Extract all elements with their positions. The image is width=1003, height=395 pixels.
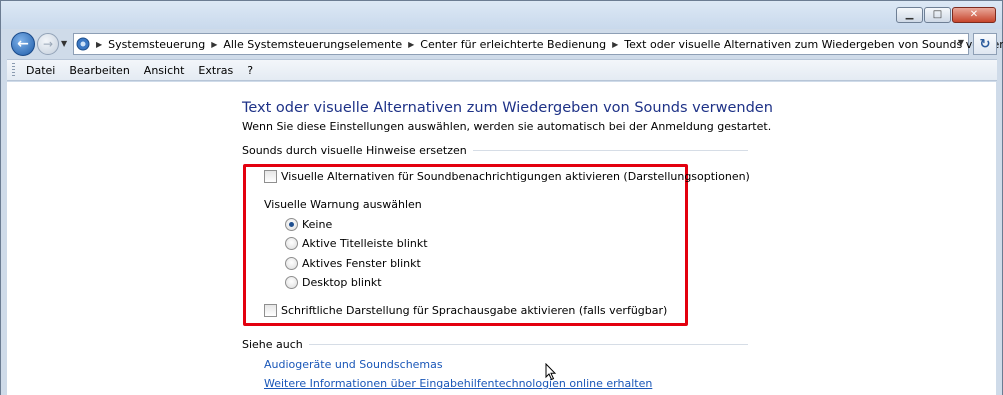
breadcrumb-alle-elemente[interactable]: Alle Systemsteuerungselemente [223,38,402,51]
navigation-bar: ← → ▼ ▶ Systemsteuerung ▶ Alle Systemste… [1,30,1003,58]
captions-label[interactable]: Schriftliche Darstellung für Sprachausga… [281,304,667,317]
address-dropdown-icon[interactable]: ▼ [958,38,964,47]
control-panel-icon [76,35,90,53]
menu-bar: Datei Bearbeiten Ansicht Extras ? [7,59,997,81]
mouse-cursor-icon [545,363,557,381]
explorer-window: ▁ □ ✕ ← → ▼ ▶ Systemsteuerung ▶ Alle Sys… [0,0,1003,395]
title-bar: ▁ □ ✕ [1,1,1002,29]
radio-label[interactable]: Desktop blinkt [302,276,382,289]
maximize-button[interactable]: □ [924,7,951,23]
radio-option-fenster[interactable]: Aktives Fenster blinkt [285,257,421,270]
visual-alternatives-checkbox-row[interactable]: Visuelle Alternativen für Soundbenachric… [264,170,750,183]
radio-option-desktop[interactable]: Desktop blinkt [285,276,382,289]
menu-datei[interactable]: Datei [19,64,62,77]
section-heading-sounds: Sounds durch visuelle Hinweise ersetzen [242,144,748,157]
section-heading-see-also: Siehe auch [242,338,748,351]
breadcrumb-current-page[interactable]: Text oder visuelle Alternativen zum Wied… [624,38,1003,51]
captions-checkbox-row[interactable]: Schriftliche Darstellung für Sprachausga… [264,304,667,317]
breadcrumb-systemsteuerung[interactable]: Systemsteuerung [108,38,205,51]
radio-label[interactable]: Aktive Titelleiste blinkt [302,237,428,250]
visual-alternatives-checkbox[interactable] [264,170,277,183]
section-heading-label: Siehe auch [242,338,303,351]
menu-extras[interactable]: Extras [191,64,240,77]
link-audio-devices[interactable]: Audiogeräte und Soundschemas [264,358,443,371]
window-right-border [996,82,1002,395]
address-bar[interactable]: ▶ Systemsteuerung ▶ Alle Systemsteuerung… [73,33,1003,55]
radio-label[interactable]: Keine [302,218,332,231]
menu-ansicht[interactable]: Ansicht [137,64,192,77]
radio-button[interactable] [285,257,298,270]
radio-button[interactable] [285,237,298,250]
page-subtitle: Wenn Sie diese Einstellungen auswählen, … [242,120,772,133]
menu-help[interactable]: ? [240,64,260,77]
section-divider [472,150,748,151]
breadcrumb-separator-icon[interactable]: ▶ [211,40,217,49]
content-pane: Text oder visuelle Alternativen zum Wied… [7,82,997,395]
forward-arrow-icon[interactable]: → [37,33,59,55]
radio-option-titelleiste[interactable]: Aktive Titelleiste blinkt [285,237,428,250]
link-assistive-tech-info[interactable]: Weitere Informationen über Eingabehilfen… [264,377,652,390]
visual-alternatives-label[interactable]: Visuelle Alternativen für Soundbenachric… [281,170,750,183]
section-heading-label: Sounds durch visuelle Hinweise ersetzen [242,144,467,157]
radio-button[interactable] [285,218,298,231]
menu-grip [12,63,15,77]
minimize-button[interactable]: ▁ [896,7,923,23]
radio-button[interactable] [285,276,298,289]
back-arrow-icon[interactable]: ← [11,32,35,56]
breadcrumb-center-bedienung[interactable]: Center für erleichterte Bedienung [420,38,606,51]
refresh-icon[interactable]: ↻ [973,33,997,55]
captions-checkbox[interactable] [264,304,277,317]
breadcrumb-separator-icon[interactable]: ▶ [96,40,102,49]
breadcrumb-separator-icon[interactable]: ▶ [408,40,414,49]
close-button[interactable]: ✕ [952,7,996,23]
breadcrumb-separator-icon[interactable]: ▶ [612,40,618,49]
window-controls: ▁ □ ✕ [896,7,996,23]
visual-warning-group-label: Visuelle Warnung auswählen [264,198,422,211]
section-divider [308,344,748,345]
recent-pages-dropdown[interactable]: ▼ [61,39,67,48]
page-title: Text oder visuelle Alternativen zum Wied… [242,100,773,116]
menu-bearbeiten[interactable]: Bearbeiten [62,64,136,77]
radio-option-keine[interactable]: Keine [285,218,332,231]
radio-label[interactable]: Aktives Fenster blinkt [302,257,421,270]
